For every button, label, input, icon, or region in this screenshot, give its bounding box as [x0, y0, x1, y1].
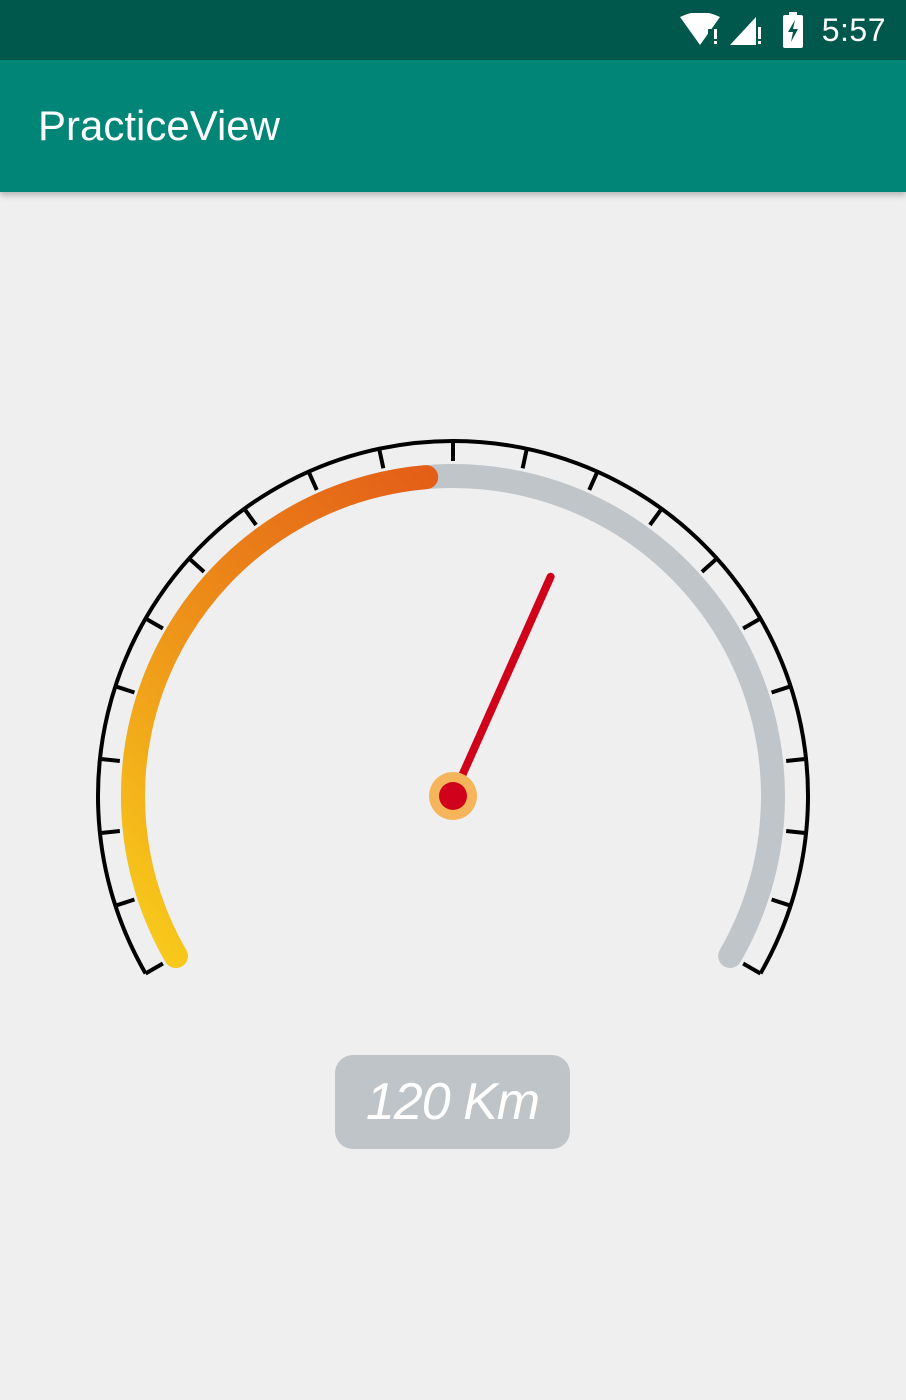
gauge-track — [121, 464, 785, 968]
scale-tick — [742, 616, 762, 631]
status-time: 5:57 — [821, 11, 886, 48]
scale-tick — [785, 756, 807, 763]
scale-tick — [99, 756, 121, 763]
scale-tick — [114, 684, 136, 695]
scale-tick — [785, 829, 807, 836]
scale-tick — [770, 684, 792, 695]
app-title: PracticeView — [38, 102, 280, 149]
scale-tick — [242, 507, 258, 527]
speed-readout-badge: 120 Km — [335, 1055, 570, 1149]
speedometer-gauge — [96, 439, 810, 976]
scale-tick — [700, 556, 719, 574]
scale-tick — [648, 507, 664, 527]
scale-tick — [99, 829, 121, 836]
gauge-needle — [449, 572, 555, 800]
scale-tick — [144, 616, 164, 631]
speed-readout: 120 Km — [365, 1073, 540, 1131]
app-bar: PracticeView — [0, 60, 906, 192]
scale-arc — [96, 439, 810, 975]
scale-tick — [144, 961, 164, 976]
gauge-progress — [121, 465, 439, 968]
scale-tick — [187, 556, 206, 574]
cell-signal-alert-icon — [728, 13, 764, 47]
scale-tick — [770, 897, 792, 908]
battery-charging-icon — [782, 12, 804, 48]
status-bar: 5:57 — [0, 0, 906, 60]
scale-tick — [742, 961, 762, 976]
scale-tick — [114, 897, 136, 908]
wifi-alert-icon — [678, 13, 722, 47]
scale-tick — [377, 448, 386, 469]
scale-tick — [306, 470, 319, 491]
scale-tick — [587, 470, 600, 491]
status-icons: 5:57 — [678, 0, 886, 60]
needle-hub-inner — [439, 782, 467, 810]
scale-tick — [520, 448, 529, 469]
